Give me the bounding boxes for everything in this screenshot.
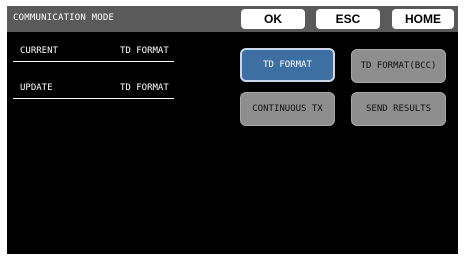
send-results-button[interactable]: SEND RESULTS bbox=[351, 92, 446, 126]
header-bar: COMMUNICATION MODE OK ESC HOME bbox=[7, 6, 458, 32]
update-divider bbox=[13, 98, 174, 99]
communication-mode-screen: COMMUNICATION MODE OK ESC HOME CURRENT T… bbox=[7, 6, 458, 254]
page-title: COMMUNICATION MODE bbox=[13, 13, 115, 23]
td-format-bcc-button[interactable]: TD FORMAT(BCC) bbox=[351, 49, 446, 83]
update-value: TD FORMAT bbox=[120, 83, 169, 93]
current-divider bbox=[13, 61, 174, 62]
ok-button[interactable]: OK bbox=[241, 9, 305, 29]
td-format-button[interactable]: TD FORMAT bbox=[240, 48, 335, 82]
continuous-tx-button[interactable]: CONTINUOUS TX bbox=[240, 92, 335, 126]
current-label: CURRENT bbox=[20, 46, 58, 56]
update-label: UPDATE bbox=[20, 83, 53, 93]
home-button[interactable]: HOME bbox=[392, 9, 454, 29]
current-value: TD FORMAT bbox=[120, 46, 169, 56]
esc-button[interactable]: ESC bbox=[316, 9, 380, 29]
